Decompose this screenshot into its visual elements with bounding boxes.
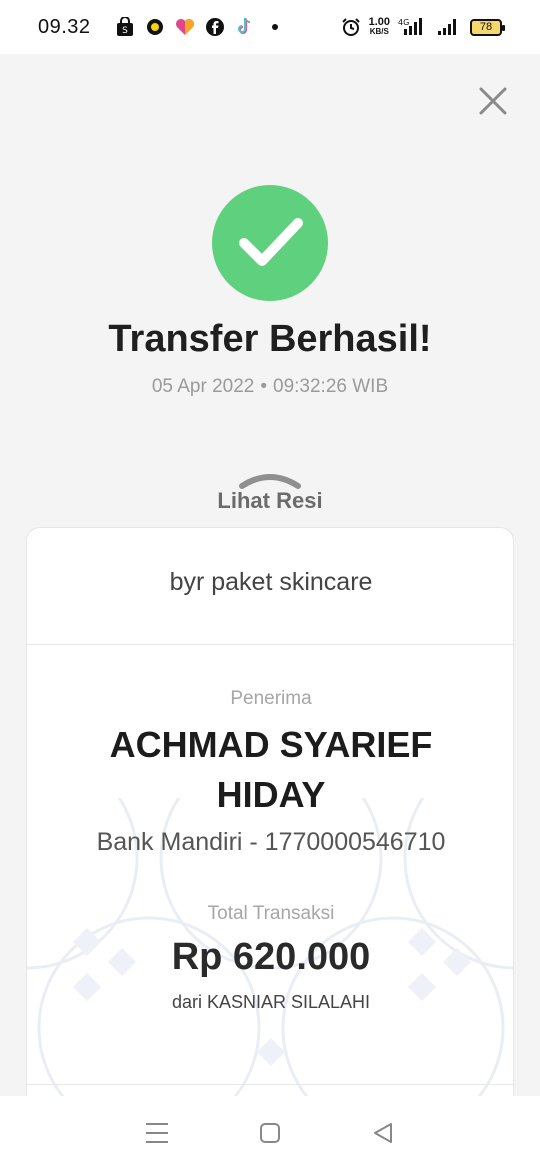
heart-icon: [175, 17, 195, 37]
recipient-name: ACHMAD SYARIEF HIDAY: [109, 724, 433, 815]
recipient-label: Penerima: [230, 688, 312, 709]
page-title: Transfer Berhasil!: [108, 318, 432, 360]
recipient-bank-account: Bank Mandiri - 1770000546710: [96, 828, 446, 856]
success-checkmark-icon: [212, 185, 328, 301]
battery-icon: 78: [470, 18, 505, 36]
close-button[interactable]: [478, 86, 508, 116]
alarm-icon: [341, 17, 361, 37]
signal-icon: [436, 17, 462, 37]
chevron-up-icon: [239, 474, 301, 489]
network-type-label: 4G: [398, 18, 409, 27]
dot-icon: [265, 17, 285, 37]
transaction-time: 09:32:26 WIB: [273, 376, 389, 397]
menu-button[interactable]: [142, 1118, 172, 1148]
back-button[interactable]: [368, 1118, 398, 1148]
close-icon: [479, 87, 507, 115]
status-time: 09.32: [38, 15, 91, 38]
shopping-bag-icon: S: [115, 17, 135, 37]
facebook-icon: [205, 17, 225, 37]
transfer-note: byr paket skincare: [169, 568, 373, 596]
transaction-datetime: 05 Apr 2022 • 09:32:26 WIB: [0, 376, 540, 398]
battery-level: 78: [479, 21, 493, 33]
status-right: 1.00 KB/S 4G 78: [341, 17, 505, 37]
transaction-date: 05 Apr 2022: [151, 376, 255, 397]
card-divider: [27, 644, 513, 645]
home-button[interactable]: [255, 1118, 285, 1148]
total-label: Total Transaksi: [207, 903, 335, 924]
view-receipt-label: Lihat Resi: [217, 488, 323, 513]
receipt-card: byr paket skincare Penerima ACHMAD SYARI…: [26, 527, 514, 1147]
net-speed-unit: KB/S: [369, 27, 389, 36]
signal-icon: 4G: [398, 17, 428, 37]
home-square-icon: [259, 1123, 280, 1143]
net-speed: 1.00 KB/S: [369, 17, 390, 37]
circle-app-icon: [145, 17, 165, 37]
card-divider: [27, 1084, 513, 1085]
datetime-separator: •: [260, 376, 267, 397]
status-left: 09.32 S: [38, 16, 285, 39]
total-amount: Rp 620.000: [171, 936, 371, 978]
back-triangle-icon: [374, 1123, 393, 1143]
menu-icon: [145, 1123, 168, 1143]
view-receipt-toggle[interactable]: Lihat Resi: [170, 462, 370, 516]
sender-name: dari KASNIAR SILALAHI: [171, 992, 371, 1012]
system-nav-bar: [0, 1096, 540, 1170]
svg-text:S: S: [122, 26, 128, 36]
tiktok-icon: [235, 17, 255, 37]
status-bar: 09.32 S 1.00 KB/S 4G 78: [0, 0, 540, 54]
